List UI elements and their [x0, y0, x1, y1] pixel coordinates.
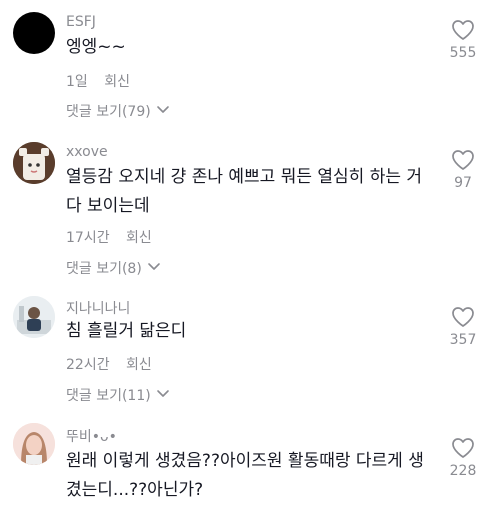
view-replies-button[interactable]: 댓글 보기(79)	[66, 101, 170, 121]
comment-text: 원래 이렇게 생겼음??아이즈원 활동때랑 다르게 생겼는디...??아닌가?	[66, 451, 424, 500]
heart-outline-icon	[439, 149, 487, 171]
like-button[interactable]: 555	[439, 19, 487, 61]
like-count: 228	[449, 463, 477, 479]
comment-time: 17시간	[66, 230, 110, 246]
comment-meta: 22시간 회신	[66, 354, 152, 374]
comment-username[interactable]: 지나니나니	[66, 298, 130, 318]
chevron-down-icon	[156, 103, 170, 119]
like-button[interactable]: 228	[439, 437, 487, 479]
comment-time: 1일	[66, 74, 88, 90]
comment-text: 침 흘릴거 닮은디	[66, 321, 187, 341]
reply-button[interactable]: 회신	[126, 357, 152, 373]
heart-outline-icon	[439, 437, 487, 459]
view-replies-button[interactable]: 댓글 보기(11)	[66, 385, 170, 405]
comment-username[interactable]: xxove	[66, 144, 108, 160]
like-button[interactable]: 97	[439, 149, 487, 191]
avatar[interactable]	[13, 12, 55, 54]
view-replies-button[interactable]: 댓글 보기(8)	[66, 258, 161, 278]
comment-meta: 17시간 회신	[66, 227, 152, 247]
avatar[interactable]	[13, 142, 55, 184]
comment-time: 22시간	[66, 357, 110, 373]
like-count: 97	[454, 175, 472, 191]
comment-username[interactable]: 뚜비•ᴗ•	[66, 426, 117, 446]
view-replies-label: 댓글 보기(79)	[66, 104, 151, 120]
view-replies-label: 댓글 보기(8)	[66, 261, 142, 277]
comment-meta: 1일 회신	[66, 71, 130, 91]
chevron-down-icon	[156, 387, 170, 403]
comment-text: 열등감 오지네 걍 존나 예쁘고 뭐든 열심히 하는 거 다 보이는데	[66, 167, 423, 216]
reply-button[interactable]: 회신	[104, 74, 130, 90]
avatar[interactable]	[13, 296, 55, 338]
avatar[interactable]	[13, 423, 55, 465]
like-count: 357	[449, 332, 477, 348]
chevron-down-icon	[147, 260, 161, 276]
comment-username[interactable]: ESFJ	[66, 14, 96, 30]
reply-button[interactable]: 회신	[126, 230, 152, 246]
heart-outline-icon	[439, 19, 487, 41]
like-count: 555	[449, 45, 477, 61]
view-replies-label: 댓글 보기(11)	[66, 388, 151, 404]
comment-text: 엥엥~~	[66, 37, 126, 57]
like-button[interactable]: 357	[439, 306, 487, 348]
heart-outline-icon	[439, 306, 487, 328]
